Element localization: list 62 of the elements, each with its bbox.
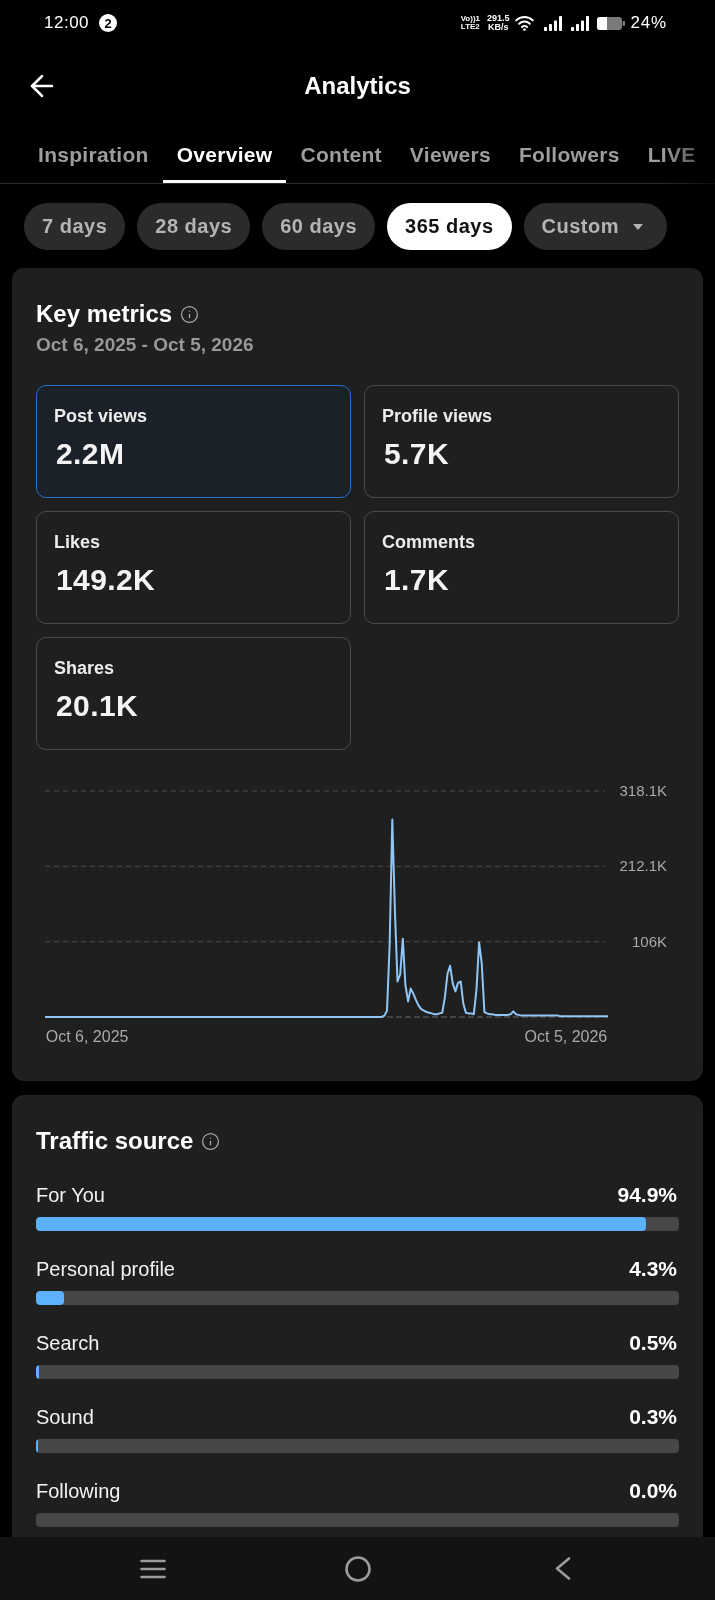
metric-label: Profile views	[382, 405, 493, 427]
y-axis-label: 318.1K	[619, 782, 667, 799]
tab[interactable]: Content	[286, 126, 396, 183]
date-range-chip[interactable]: 28 days	[137, 203, 251, 250]
section-title: Key metrics	[36, 299, 173, 329]
metric-value: 1.7K	[383, 562, 449, 598]
section-title: Traffic source	[36, 1126, 194, 1156]
date-range-chip[interactable]: 7 days	[24, 203, 126, 250]
network-type-label: LTE2	[460, 23, 480, 31]
y-axis-label: 106K	[631, 932, 667, 950]
metric-card[interactable]: Profile views 5.7K	[364, 385, 679, 498]
metric-card[interactable]: Shares 20.1K	[36, 637, 351, 750]
notification-count-badge: 2	[99, 14, 118, 32]
x-axis-label: Oct 6, 2025	[45, 1028, 129, 1045]
tab[interactable]: Overview	[162, 126, 287, 183]
tab[interactable]: Followers	[504, 126, 634, 183]
tab[interactable]: Inspiration	[24, 126, 163, 183]
status-time: 12:00	[44, 13, 90, 33]
metric-value: 149.2K	[55, 562, 156, 598]
metric-label: Post views	[54, 405, 148, 427]
metric-value: 2.2M	[55, 436, 125, 472]
source-label: Following	[36, 1479, 121, 1503]
info-icon[interactable]	[201, 1131, 221, 1151]
metric-label: Likes	[54, 531, 101, 553]
circle-icon[interactable]	[344, 1555, 371, 1582]
network-type-label: Vo))1	[460, 15, 481, 23]
source-label: Search	[36, 1331, 100, 1355]
x-axis-label: Oct 5, 2026	[524, 1028, 608, 1045]
source-label: For You	[36, 1183, 105, 1207]
metric-label: Comments	[382, 531, 475, 553]
info-icon[interactable]	[180, 304, 200, 324]
source-percentage: 0.0%	[629, 1479, 678, 1503]
source-label: Personal profile	[36, 1257, 175, 1281]
signal-bars-icon	[570, 15, 589, 31]
metric-card[interactable]: Comments 1.7K	[364, 511, 679, 624]
y-axis-label: 212.1K	[619, 857, 667, 875]
menu-icon[interactable]	[139, 1558, 166, 1579]
tab[interactable]: LIVE	[633, 126, 710, 183]
source-percentage: 94.9%	[617, 1183, 678, 1207]
metric-label: Shares	[54, 657, 115, 679]
data-speed-label: KB/s	[488, 23, 509, 32]
data-speed-label: 291.5	[487, 14, 510, 23]
page-title: Analytics	[303, 72, 412, 100]
metric-card[interactable]: Post views 2.2M	[36, 385, 351, 498]
metric-value: 20.1K	[55, 688, 139, 724]
chevron-left-icon[interactable]	[554, 1557, 571, 1580]
source-percentage: 0.3%	[629, 1405, 678, 1429]
battery-icon	[596, 16, 625, 30]
battery-percentage: 24%	[630, 13, 667, 33]
tab[interactable]: Viewers	[395, 126, 505, 183]
metric-card[interactable]: Likes 149.2K	[36, 511, 351, 624]
wifi-icon	[514, 15, 534, 31]
source-percentage: 0.5%	[629, 1331, 678, 1355]
date-range-chip[interactable]: 60 days	[262, 203, 376, 250]
caret-down-icon	[633, 223, 643, 230]
source-percentage: 4.3%	[629, 1257, 678, 1281]
date-range-dropdown[interactable]: Custom	[523, 203, 667, 250]
signal-bars-icon	[543, 15, 562, 31]
metric-value: 5.7K	[383, 436, 449, 472]
source-label: Sound	[36, 1405, 94, 1429]
date-range-chip[interactable]: 365 days	[387, 203, 512, 250]
date-range-text: Oct 6, 2025 - Oct 5, 2026	[36, 333, 255, 357]
